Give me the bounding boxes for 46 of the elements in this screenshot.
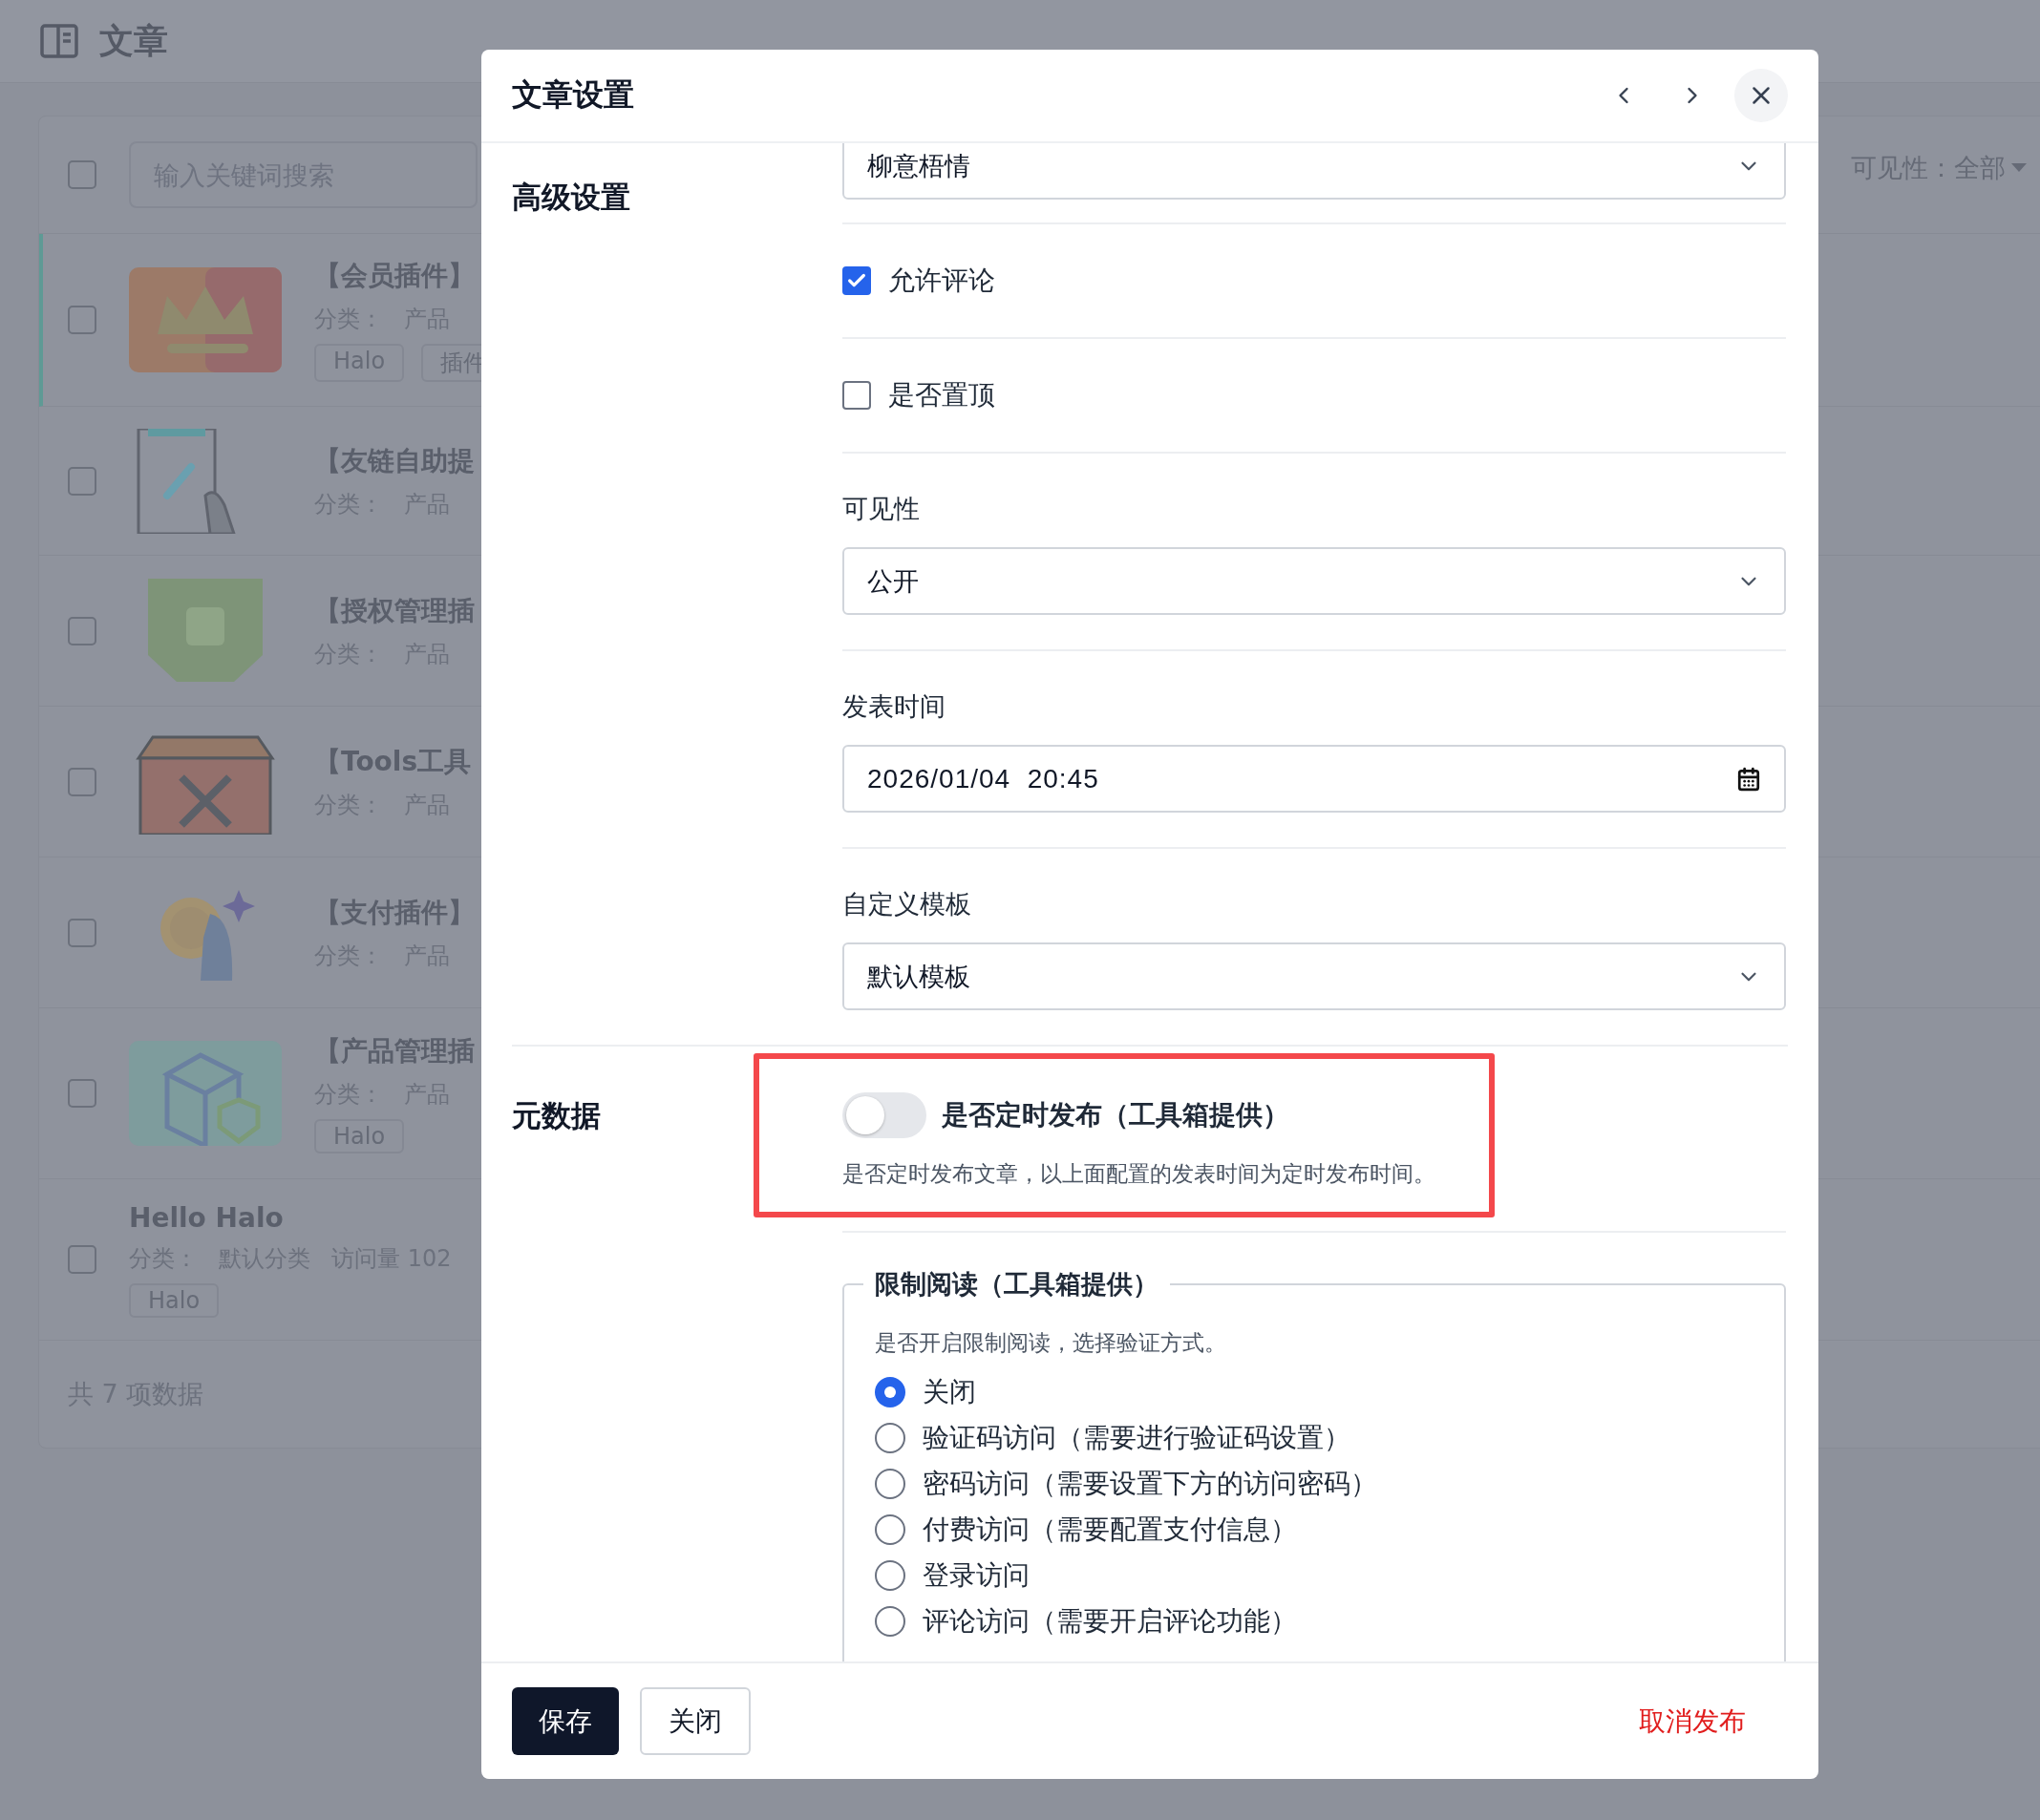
checkbox[interactable] xyxy=(68,918,96,947)
fieldset-legend: 限制阅读（工具箱提供） xyxy=(863,1267,1170,1302)
toggle-label: 是否定时发布（工具箱提供） xyxy=(942,1098,1289,1132)
help-text: 是否定时发布文章，以上面配置的发表时间为定时发布时间。 xyxy=(842,1160,1436,1188)
checkbox-label: 允许评论 xyxy=(888,264,995,298)
checkbox[interactable] xyxy=(68,466,96,496)
checkbox-label: 是否置顶 xyxy=(888,378,995,413)
checkbox[interactable] xyxy=(68,1079,96,1108)
close-dialog-button[interactable]: 关闭 xyxy=(640,1687,751,1755)
section-label: 高级设置 xyxy=(512,179,631,216)
field-label: 可见性 xyxy=(842,493,921,525)
checkbox[interactable] xyxy=(68,306,96,334)
checkbox[interactable] xyxy=(842,381,871,410)
calendar-icon xyxy=(1736,766,1761,792)
caret-down-icon xyxy=(2011,163,2027,173)
radio-button[interactable] xyxy=(875,1423,905,1453)
checkbox[interactable] xyxy=(68,1245,96,1274)
radio-button[interactable] xyxy=(875,1606,905,1637)
radio-label: 登录访问 xyxy=(923,1558,1030,1593)
panel-icon xyxy=(40,24,78,58)
radio-label: 验证码访问（需要进行验证码设置） xyxy=(923,1421,1350,1455)
radio-label: 关闭 xyxy=(923,1375,976,1409)
radio-button[interactable] xyxy=(875,1560,905,1591)
section-label: 元数据 xyxy=(512,1097,602,1134)
field-label: 自定义模板 xyxy=(842,888,972,921)
field-label: 发表时间 xyxy=(842,690,946,723)
save-button[interactable]: 保存 xyxy=(512,1687,619,1755)
radio-button[interactable] xyxy=(875,1469,905,1499)
radio-label: 付费访问（需要配置支付信息） xyxy=(923,1513,1297,1547)
date-time-field[interactable]: 2026/01/04 20:45 xyxy=(842,745,1786,813)
radio-label: 密码访问（需要设置下方的访问密码） xyxy=(923,1467,1377,1501)
page-title: 文章 xyxy=(99,19,168,62)
unpublish-button[interactable]: 取消发布 xyxy=(1612,1687,1773,1755)
select-field[interactable]: 公开 xyxy=(842,547,1786,615)
radio-button[interactable] xyxy=(875,1514,905,1545)
checkbox[interactable] xyxy=(68,767,96,796)
select-field[interactable]: 默认模板 xyxy=(842,942,1786,1010)
checkbox[interactable] xyxy=(68,160,96,189)
help-text: 是否开启限制阅读，选择验证方式。 xyxy=(875,1329,1227,1357)
radio-label: 评论访问（需要开启评论功能） xyxy=(923,1604,1297,1639)
checkbox[interactable] xyxy=(68,616,96,645)
dialog-title: 文章设置 xyxy=(512,75,634,115)
select-field[interactable]: 柳意梧情 xyxy=(842,143,1786,200)
toggle-switch[interactable] xyxy=(842,1092,926,1138)
checkbox[interactable] xyxy=(842,266,871,295)
radio-button[interactable] xyxy=(875,1377,905,1407)
